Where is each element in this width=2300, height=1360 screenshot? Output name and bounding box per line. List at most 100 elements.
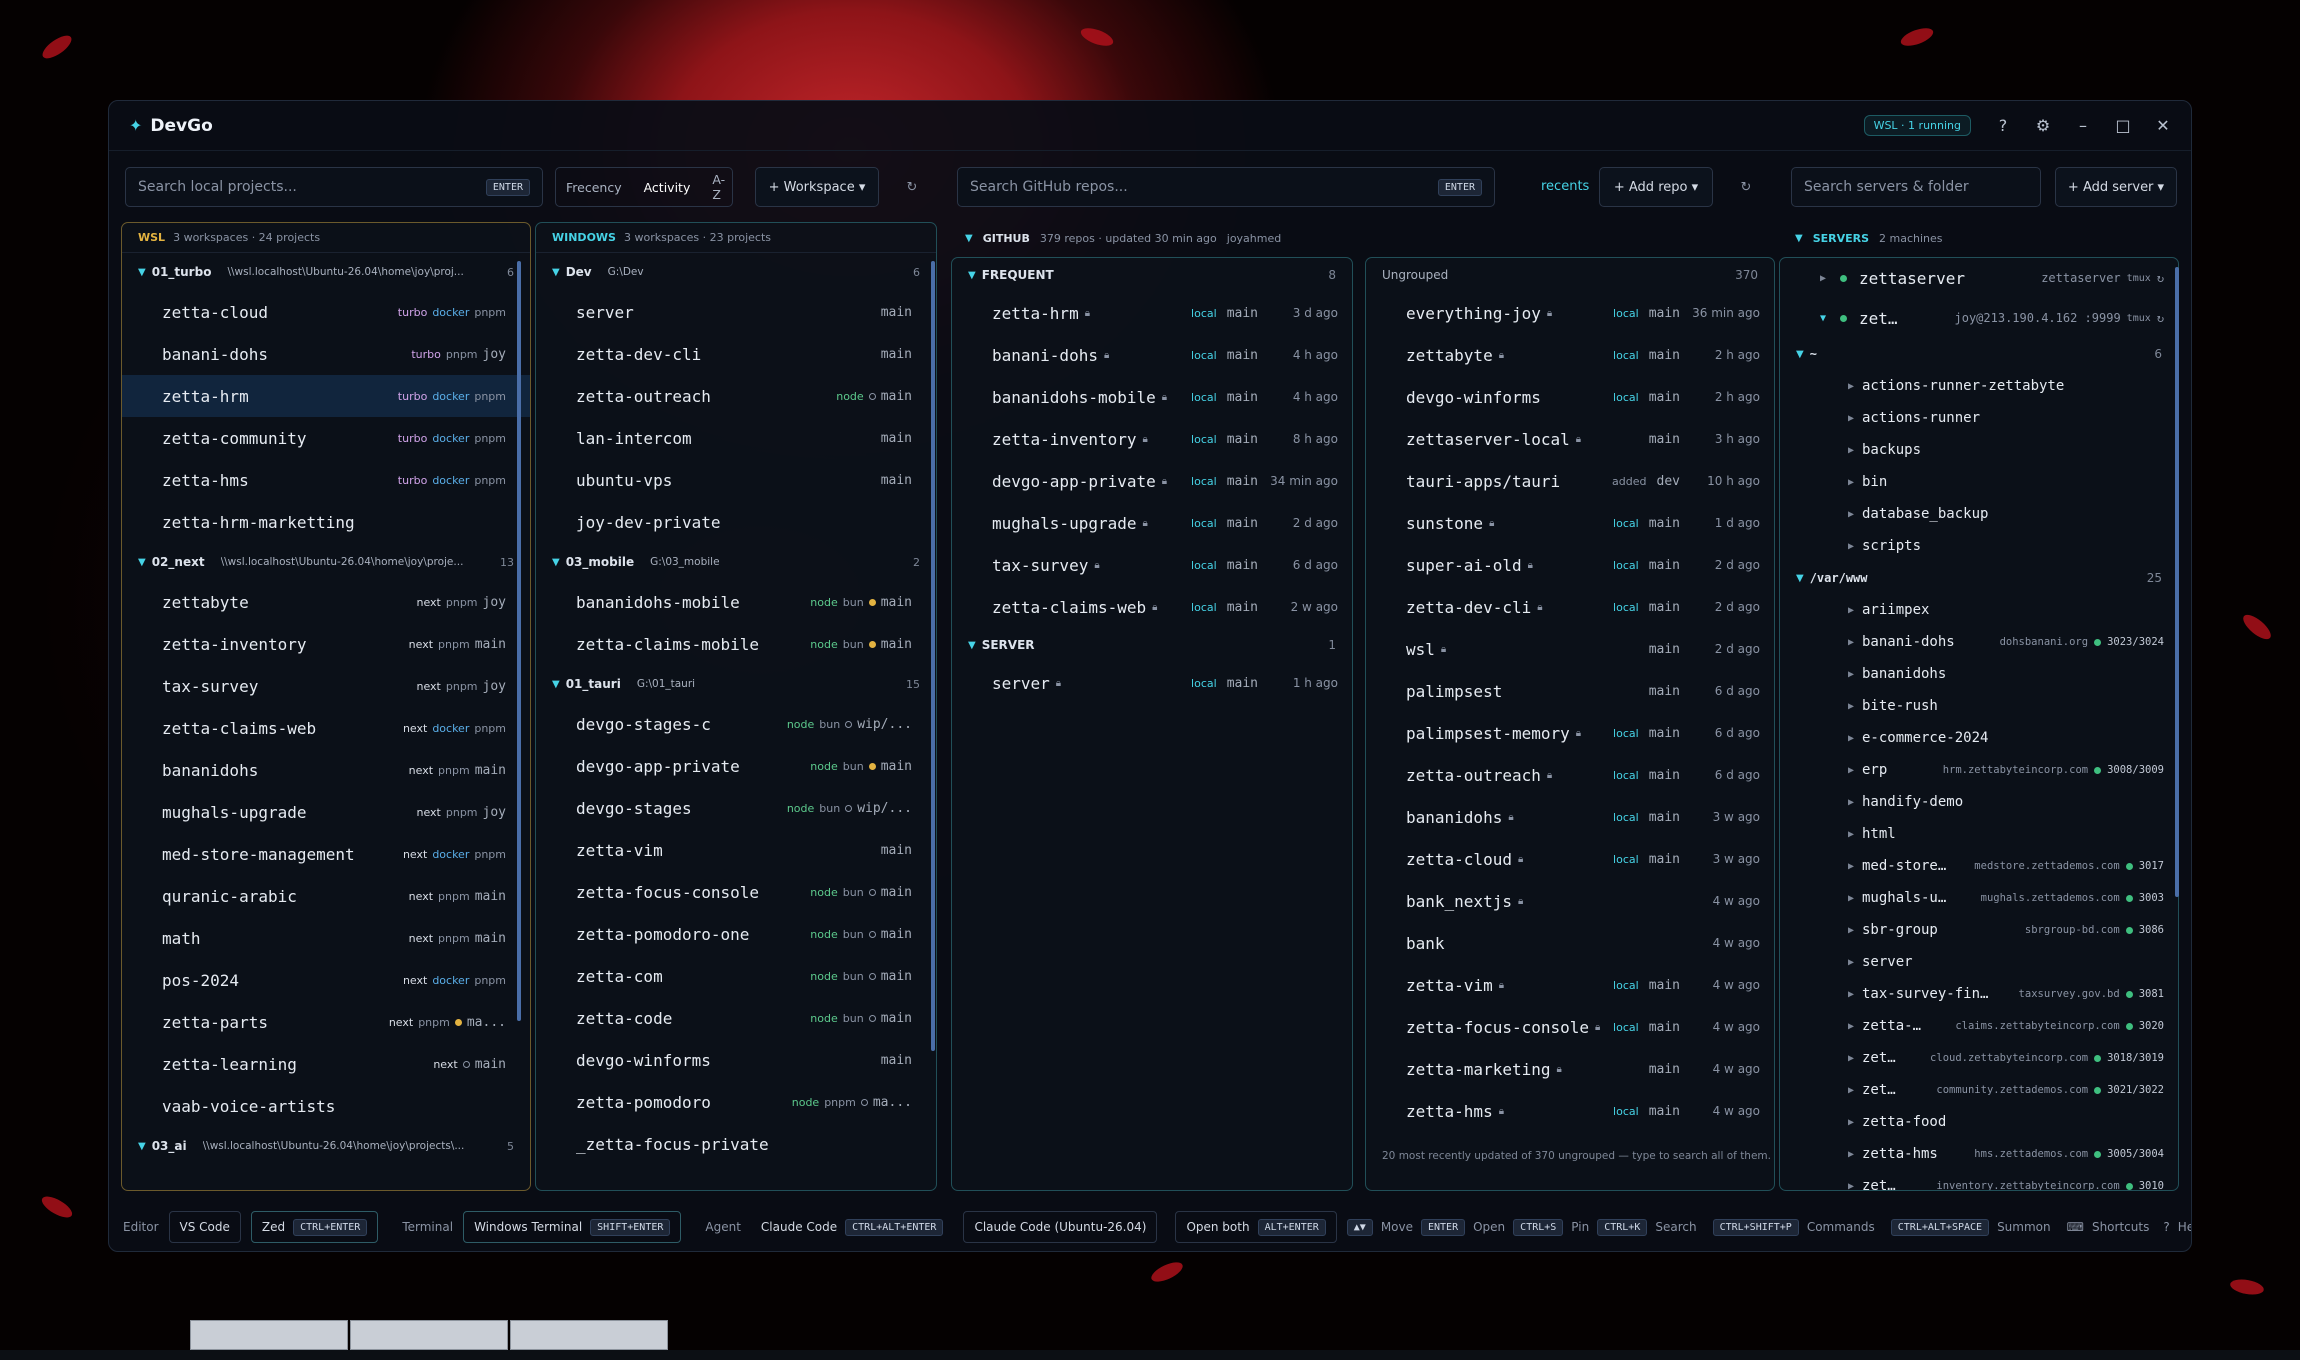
- folder-row[interactable]: ▶ server: [1780, 946, 2178, 978]
- repo-row[interactable]: zetta-marketing 🔒︎ main 4 w ago: [1366, 1048, 1774, 1090]
- repo-row[interactable]: devgo-winforms local main 2 h ago: [1366, 376, 1774, 418]
- wsl-status-pill[interactable]: WSL · 1 running: [1863, 115, 1971, 136]
- repo-row[interactable]: bananidohs 🔒︎ local main 3 w ago: [1366, 796, 1774, 838]
- collapse-triangle-icon[interactable]: ▼: [1795, 233, 1803, 244]
- maximize-icon[interactable]: □: [2115, 117, 2131, 134]
- project-row[interactable]: zetta-com node bun main: [536, 955, 936, 997]
- close-icon[interactable]: ✕: [2155, 117, 2171, 134]
- project-row[interactable]: zetta-hms turbo docker pnpm: [122, 459, 530, 501]
- repo-row[interactable]: zetta-hms 🔒︎ local main 4 w ago: [1366, 1090, 1774, 1132]
- project-row[interactable]: zetta-focus-console node bun main: [536, 871, 936, 913]
- project-row[interactable]: zetta-hrm-marketting: [122, 501, 530, 543]
- servers-search-input[interactable]: Search servers & folder: [1791, 167, 2041, 207]
- project-row[interactable]: mughals-upgrade next pnpm joy: [122, 791, 530, 833]
- repo-row[interactable]: sunstone 🔒︎ local main 1 d ago: [1366, 502, 1774, 544]
- project-row[interactable]: zetta-claims-mobile node bun main: [536, 623, 936, 665]
- local-search-input[interactable]: Search local projects... ENTER: [125, 167, 543, 207]
- project-row[interactable]: zetta-dev-cli main: [536, 333, 936, 375]
- project-row[interactable]: tax-survey next pnpm joy: [122, 665, 530, 707]
- project-row[interactable]: math next pnpm main: [122, 917, 530, 959]
- collapse-triangle-icon[interactable]: ▼: [965, 233, 973, 244]
- folder-row[interactable]: ▶ bin: [1780, 466, 2178, 498]
- project-row[interactable]: quranic-arabic next pnpm main: [122, 875, 530, 917]
- sort-activity[interactable]: Activity: [640, 175, 695, 200]
- repo-row[interactable]: everything-joy 🔒︎ local main 36 min ago: [1366, 292, 1774, 334]
- claude-code-button[interactable]: Claude Code CTRL+ALT+ENTER: [751, 1211, 954, 1243]
- project-row[interactable]: zetta-learning next main: [122, 1043, 530, 1085]
- repo-row[interactable]: bank_nextjs 🔒︎ 4 w ago: [1366, 880, 1774, 922]
- folder-row[interactable]: ▶ zet… community.zettademos.com 3021/3022: [1780, 1074, 2178, 1106]
- folder-row[interactable]: ▶ zet… cloud.zettabyteincorp.com 3018/3019: [1780, 1042, 2178, 1074]
- repo-row[interactable]: bank 4 w ago: [1366, 922, 1774, 964]
- project-row[interactable]: zetta-hrm turbo docker pnpm: [122, 375, 530, 417]
- project-row[interactable]: ubuntu-vps main: [536, 459, 936, 501]
- workspace-group-header[interactable]: ▼ 03_ai \\wsl.localhost\Ubuntu-26.04\home\…: [122, 1127, 530, 1165]
- workspace-group-header[interactable]: ▼ 01_turbo \\wsl.localhost\Ubuntu-26.04\ho…: [122, 253, 530, 291]
- www-folder-header[interactable]: ▼ /var/www 25: [1780, 562, 2178, 594]
- claude-code-ubuntu-button[interactable]: Claude Code (Ubuntu-26.04): [963, 1211, 1158, 1243]
- repo-row[interactable]: super-ai-old 🔒︎ local main 2 d ago: [1366, 544, 1774, 586]
- project-row[interactable]: devgo-stages-c node bun wip/...: [536, 703, 936, 745]
- folder-row[interactable]: ▶ actions-runner: [1780, 402, 2178, 434]
- folder-row[interactable]: ▶ bananidohs: [1780, 658, 2178, 690]
- zed-button[interactable]: Zed CTRL+ENTER: [250, 1211, 379, 1243]
- repo-row[interactable]: tax-survey 🔒︎ local main 6 d ago: [952, 544, 1352, 586]
- vscode-button[interactable]: VS Code: [168, 1211, 241, 1243]
- windows-terminal-button[interactable]: Windows Terminal SHIFT+ENTER: [463, 1211, 682, 1243]
- add-server-button[interactable]: + Add server ▾: [2055, 167, 2177, 207]
- refresh-icon[interactable]: ↻: [1729, 167, 1763, 207]
- project-row[interactable]: devgo-winforms main: [536, 1039, 936, 1081]
- folder-row[interactable]: ▶ zetta-food: [1780, 1106, 2178, 1138]
- project-row[interactable]: bananidohs next pnpm main: [122, 749, 530, 791]
- repo-row[interactable]: zetta-dev-cli 🔒︎ local main 2 d ago: [1366, 586, 1774, 628]
- folder-row[interactable]: ▶ html: [1780, 818, 2178, 850]
- repo-row[interactable]: bananidohs-mobile 🔒︎ local main 4 h ago: [952, 376, 1352, 418]
- repo-row[interactable]: zetta-focus-console 🔒︎ local main 4 w ago: [1366, 1006, 1774, 1048]
- project-row[interactable]: devgo-app-private node bun main: [536, 745, 936, 787]
- repo-row[interactable]: zettaserver-local 🔒︎ main 3 h ago: [1366, 418, 1774, 460]
- frequent-header[interactable]: ▼ FREQUENT 8: [952, 258, 1352, 292]
- repo-row[interactable]: tauri-apps/tauri added dev 10 h ago: [1366, 460, 1774, 502]
- folder-row[interactable]: ▶ zetta-hms hms.zettademos.com 3005/3004: [1780, 1138, 2178, 1170]
- repo-row[interactable]: zetta-outreach 🔒︎ local main 6 d ago: [1366, 754, 1774, 796]
- folder-row[interactable]: ▶ sbr-group sbrgroup-bd.com 3086: [1780, 914, 2178, 946]
- project-row[interactable]: devgo-stages node bun wip/...: [536, 787, 936, 829]
- folder-row[interactable]: ▶ database_backup: [1780, 498, 2178, 530]
- workspace-group-header[interactable]: ▼ 01_tauri G:\01_tauri 15: [536, 665, 936, 703]
- folder-row[interactable]: ▶ scripts: [1780, 530, 2178, 562]
- project-row[interactable]: lan-intercom main: [536, 417, 936, 459]
- folder-row[interactable]: ▶ banani-dohs dohsbanani.org 3023/3024: [1780, 626, 2178, 658]
- server-group-header[interactable]: ▼ SERVER 1: [952, 628, 1352, 662]
- gear-icon[interactable]: ⚙: [2035, 117, 2051, 134]
- folder-row[interactable]: ▶ ariimpex: [1780, 594, 2178, 626]
- folder-row[interactable]: ▶ e-commerce-2024: [1780, 722, 2178, 754]
- help-icon[interactable]: ?: [1995, 117, 2011, 134]
- repo-row[interactable]: mughals-upgrade 🔒︎ local main 2 d ago: [952, 502, 1352, 544]
- project-row[interactable]: zetta-outreach node main: [536, 375, 936, 417]
- project-row[interactable]: bananidohs-mobile node bun main: [536, 581, 936, 623]
- folder-row[interactable]: ▶ handify-demo: [1780, 786, 2178, 818]
- repo-row[interactable]: wsl 🔒︎ main 2 d ago: [1366, 628, 1774, 670]
- taskbar-thumbnail[interactable]: [510, 1320, 668, 1350]
- sort-az[interactable]: A-Z: [708, 167, 729, 207]
- server-machine-row[interactable]: ▶ zettaserver zettaserver tmux ↻: [1780, 258, 2178, 298]
- wsl-scrollbar[interactable]: [517, 261, 521, 1021]
- taskbar-thumbnail[interactable]: [350, 1320, 508, 1350]
- project-row[interactable]: zettabyte next pnpm joy: [122, 581, 530, 623]
- servers-scrollbar[interactable]: [2175, 267, 2179, 897]
- project-row[interactable]: vaab-voice-artists: [122, 1085, 530, 1127]
- project-row[interactable]: zetta-claims-web next docker pnpm: [122, 707, 530, 749]
- home-folder-header[interactable]: ▼ ~6: [1780, 338, 2178, 370]
- repo-row[interactable]: zetta-vim 🔒︎ local main 4 w ago: [1366, 964, 1774, 1006]
- open-both-button[interactable]: Open both ALT+ENTER: [1175, 1211, 1337, 1243]
- folder-row[interactable]: ▶ actions-runner-zettabyte: [1780, 370, 2178, 402]
- project-row[interactable]: zetta-inventory next pnpm main: [122, 623, 530, 665]
- repo-row[interactable]: server 🔒︎ local main 1 h ago: [952, 662, 1352, 704]
- workspace-group-header[interactable]: ▼ Dev G:\Dev 6: [536, 253, 936, 291]
- project-row[interactable]: zetta-parts next pnpm ma...: [122, 1001, 530, 1043]
- repo-row[interactable]: zetta-cloud 🔒︎ local main 3 w ago: [1366, 838, 1774, 880]
- repo-row[interactable]: palimpsest-memory 🔒︎ local main 6 d ago: [1366, 712, 1774, 754]
- project-row[interactable]: med-store-management next docker pnpm: [122, 833, 530, 875]
- folder-row[interactable]: ▶ erp hrm.zettabyteincorp.com 3008/3009: [1780, 754, 2178, 786]
- project-row[interactable]: zetta-community turbo docker pnpm: [122, 417, 530, 459]
